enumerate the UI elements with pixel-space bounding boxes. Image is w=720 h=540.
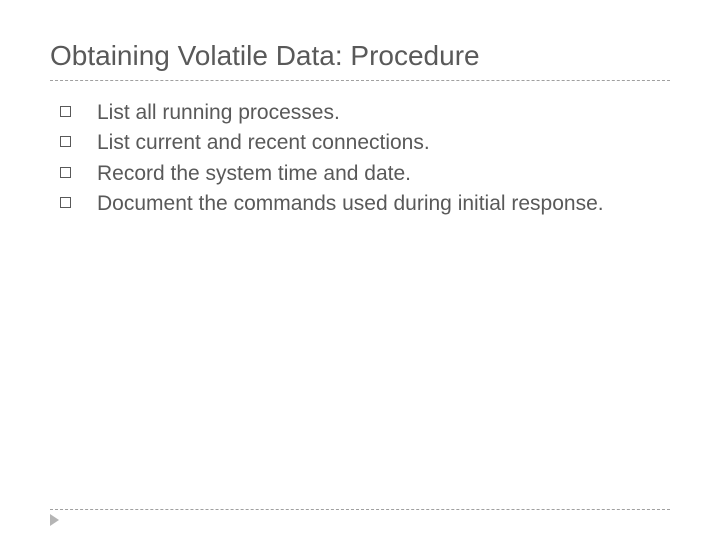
list-item: Record the system time and date. [60, 160, 670, 188]
bullet-text: List all running processes. [97, 99, 670, 127]
checkbox-icon [60, 197, 71, 208]
list-item: Document the commands used during initia… [60, 190, 670, 218]
bullet-list: List all running processes. List current… [50, 99, 670, 218]
list-item: List all running processes. [60, 99, 670, 127]
bullet-text: Document the commands used during initia… [97, 190, 670, 218]
bullet-text: Record the system time and date. [97, 160, 670, 188]
bullet-text: List current and recent connections. [97, 129, 670, 157]
slide-title: Obtaining Volatile Data: Procedure [50, 40, 670, 72]
bottom-divider [50, 509, 670, 510]
slide-container: Obtaining Volatile Data: Procedure List … [0, 0, 720, 540]
list-item: List current and recent connections. [60, 129, 670, 157]
arrow-icon [50, 514, 59, 526]
checkbox-icon [60, 106, 71, 117]
checkbox-icon [60, 136, 71, 147]
title-divider [50, 80, 670, 81]
checkbox-icon [60, 167, 71, 178]
